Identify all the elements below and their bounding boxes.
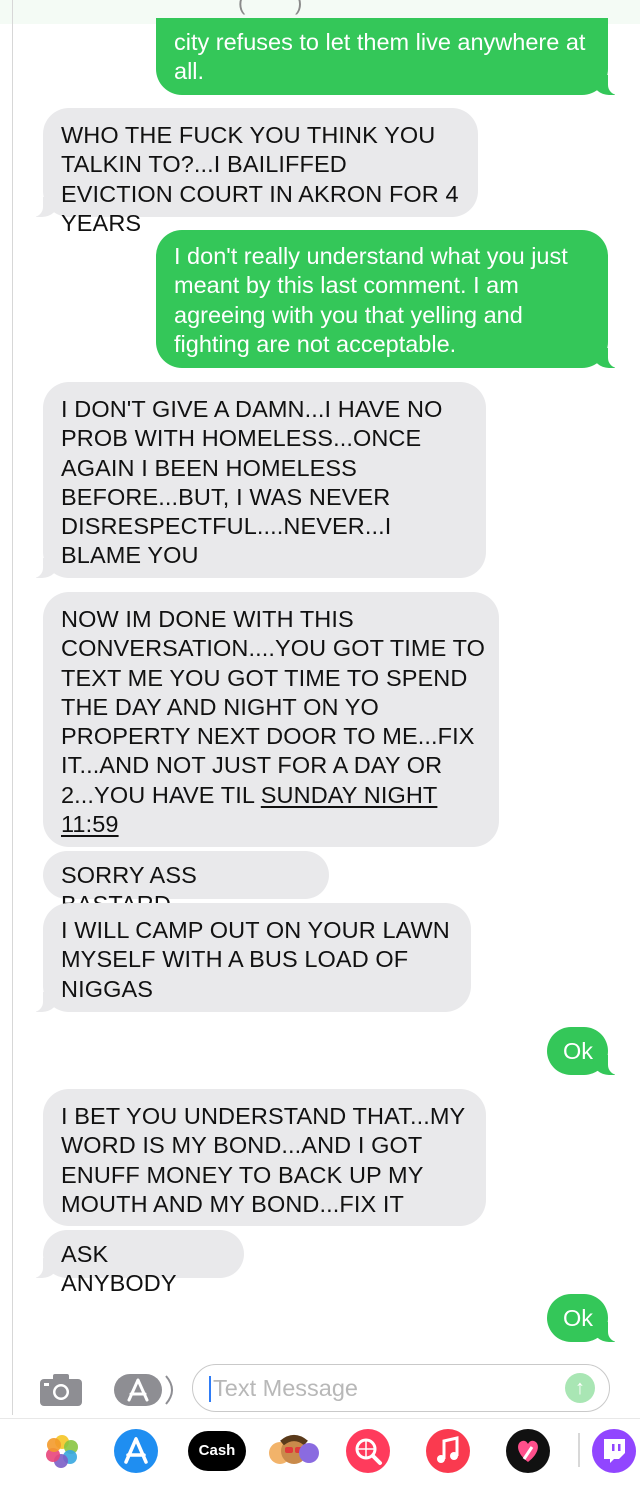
message-text: WHO THE FUCK YOU THINK YOU TALKIN TO?...… [61,122,459,236]
message-text: I WILL CAMP OUT ON YOUR LAWN MYSELF WITH… [61,917,450,1002]
message-text: NOW IM DONE WITH THIS CONVERSATION....YO… [61,606,485,808]
divider [578,1433,580,1467]
message-bubble-received[interactable]: NOW IM DONE WITH THIS CONVERSATION....YO… [43,592,499,847]
message-bubble-sent[interactable]: Ok [547,1027,634,1075]
message-bubble-received[interactable]: I BET YOU UNDERSTAND THAT...MY WORD IS M… [43,1089,486,1226]
message-bubble-received[interactable]: ASK ANYBODY [17,1230,244,1296]
message-text: Ok [563,1305,594,1331]
camera-icon[interactable] [38,1372,84,1413]
send-arrow-icon[interactable]: ↑ [565,1373,595,1403]
digital-touch-icon[interactable] [506,1429,550,1473]
music-icon[interactable] [426,1429,470,1473]
message-bubble-sent[interactable]: Ok [547,1294,634,1342]
message-bubble-sent[interactable]: I don't really understand what you just … [156,230,634,368]
photos-icon[interactable] [42,1431,82,1471]
message-text: I don't really understand what you just … [174,243,568,357]
message-text: I DON'T GIVE A DAMN...I HAVE NO PROB WIT… [61,396,443,569]
message-bubble-received[interactable]: I DON'T GIVE A DAMN...I HAVE NO PROB WIT… [17,382,486,578]
app-store-icon[interactable] [114,1429,158,1473]
cash-app-icon[interactable]: Cash [188,1431,246,1471]
message-bubble-received[interactable]: I WILL CAMP OUT ON YOUR LAWN MYSELF WITH… [17,903,471,1012]
message-text: city refuses to let them live anywhere a… [174,29,586,85]
twitch-icon[interactable] [592,1429,636,1473]
message-bubble-sent[interactable]: city refuses to let them live anywhere a… [156,18,634,95]
message-text: Ok [563,1038,594,1064]
message-bubble-received[interactable]: WHO THE FUCK YOU THINK YOU TALKIN TO?...… [17,108,478,236]
message-bubble-received[interactable]: SORRY ASS BASTARD [43,851,329,917]
message-input-placeholder: Text Message [213,1375,358,1401]
message-input[interactable]: Text Message ↑ [192,1364,610,1412]
message-text: ASK ANYBODY [61,1241,177,1297]
cash-app-label: Cash [198,1442,236,1459]
app-store-icon[interactable] [112,1370,182,1415]
web-search-icon[interactable] [346,1429,390,1473]
app-drawer: Cash [0,1418,640,1483]
message-text: I BET YOU UNDERSTAND THAT...MY WORD IS M… [61,1103,465,1217]
divider [12,0,13,1415]
memoji-icon[interactable] [266,1431,322,1471]
